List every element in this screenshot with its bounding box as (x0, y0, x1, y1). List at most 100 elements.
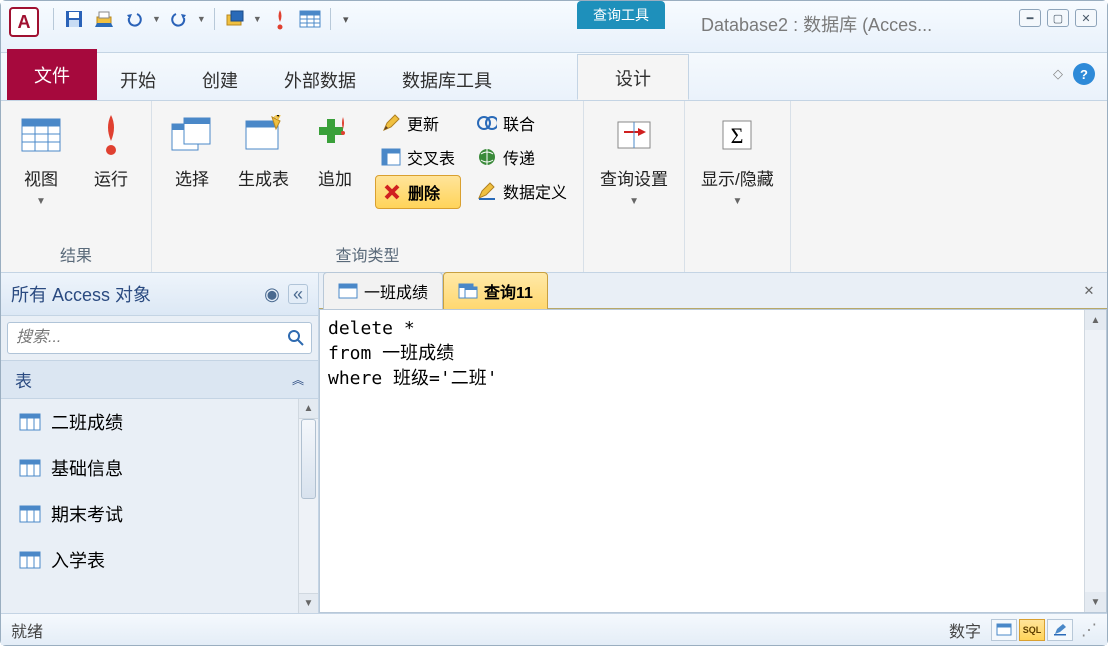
query-setup-button[interactable]: 查询设置 ▼ (594, 107, 674, 211)
separator (330, 8, 331, 30)
qat-item-icon[interactable] (223, 7, 247, 31)
status-text: 就绪 (11, 618, 43, 642)
select-query-button[interactable]: 选择 (162, 107, 222, 194)
scroll-up-icon[interactable]: ▲ (299, 399, 318, 419)
nav-item-label: 基础信息 (51, 455, 123, 481)
group-label-placeholder (594, 244, 674, 270)
nav-search-box (7, 322, 312, 354)
append-button[interactable]: 追加 (305, 107, 365, 194)
collapse-group-icon: ︽ (292, 371, 304, 388)
sql-editor: delete * from 一班成绩 where 班级='二班' ▲ ▼ (319, 309, 1107, 613)
undo-icon[interactable] (122, 7, 146, 31)
sql-scrollbar[interactable]: ▲ ▼ (1084, 310, 1106, 612)
view-button[interactable]: 视图 ▼ (11, 107, 71, 211)
show-hide-button[interactable]: Σ 显示/隐藏 ▼ (695, 107, 780, 211)
nav-pane-title: 所有 Access 对象 (11, 281, 151, 307)
crosstab-button[interactable]: 交叉表 (375, 141, 461, 173)
union-button[interactable]: 联合 (471, 107, 573, 139)
table-icon (19, 505, 41, 523)
sql-view-label: SQL (1023, 625, 1042, 635)
close-button[interactable]: ✕ (1075, 9, 1097, 27)
document-tab-label: 一班成绩 (364, 279, 428, 303)
view-switcher: SQL (991, 619, 1073, 641)
nav-item-label: 二班成绩 (51, 409, 123, 435)
contextual-tab-header: 查询工具 (577, 1, 665, 29)
scroll-down-icon[interactable]: ▼ (299, 593, 318, 613)
window-controls: ━ ▢ ✕ (1019, 9, 1097, 27)
update-button[interactable]: 更新 (375, 107, 461, 139)
select-label: 选择 (175, 165, 209, 190)
window-title: Database2 : 数据库 (Acces... (701, 11, 932, 37)
search-input[interactable] (8, 323, 281, 353)
scroll-up-icon[interactable]: ▲ (1085, 310, 1106, 330)
tab-home[interactable]: 开始 (97, 56, 179, 101)
quick-access-toolbar: ▼ ▼ ▼ ▾ (43, 1, 361, 37)
ribbon-group-query-setup: 查询设置 ▼ (584, 101, 685, 272)
search-icon[interactable] (281, 323, 311, 353)
dropdown-arrow-icon: ▼ (629, 196, 639, 207)
table-icon (19, 413, 41, 431)
sql-view-button[interactable]: SQL (1019, 619, 1045, 641)
crosstab-label: 交叉表 (407, 145, 455, 169)
redo-icon[interactable] (167, 7, 191, 31)
navigation-pane: 所有 Access 对象 ◉ « 表 ︽ 二班成绩 (1, 273, 319, 613)
run-icon[interactable] (268, 7, 292, 31)
query-setup-icon (610, 111, 658, 159)
run-label: 运行 (94, 165, 128, 190)
union-label: 联合 (503, 111, 535, 135)
nav-pane-header[interactable]: 所有 Access 对象 ◉ « (1, 273, 318, 316)
status-bar: 就绪 数字 SQL ⋰ (1, 613, 1107, 645)
run-button[interactable]: 运行 (81, 107, 141, 194)
datasheet-icon[interactable] (298, 7, 322, 31)
delete-button[interactable]: 删除 (375, 175, 461, 209)
passthrough-icon (477, 147, 497, 167)
ribbon-group-results: 视图 ▼ 运行 结果 (1, 101, 152, 272)
make-table-button[interactable]: 生成表 (232, 107, 295, 194)
tab-create[interactable]: 创建 (179, 56, 261, 101)
maximize-button[interactable]: ▢ (1047, 9, 1069, 27)
nav-item-table[interactable]: 入学表 (1, 537, 298, 583)
customize-qat-icon[interactable]: ▾ (339, 7, 353, 31)
nav-group-tables-label: 表 (15, 367, 32, 392)
datasheet-view-button[interactable] (991, 619, 1017, 641)
nav-item-table[interactable]: 二班成绩 (1, 399, 298, 445)
passthrough-label: 传递 (503, 145, 535, 169)
nav-scrollbar[interactable]: ▲ ▼ (298, 399, 318, 613)
tab-database-tools[interactable]: 数据库工具 (379, 56, 515, 101)
save-icon[interactable] (62, 7, 86, 31)
ribbon: 视图 ▼ 运行 结果 选择 (1, 101, 1107, 273)
delete-label: 删除 (408, 180, 440, 204)
design-view-button[interactable] (1047, 619, 1073, 641)
app-icon: A (9, 7, 39, 37)
dropdown-arrow-icon: ▼ (732, 196, 742, 207)
close-tab-icon[interactable]: ✕ (1079, 281, 1099, 301)
nav-collapse-icon[interactable]: « (288, 284, 308, 304)
status-numlock: 数字 (949, 618, 981, 642)
document-tab-active[interactable]: 查询11 (443, 272, 548, 309)
passthrough-button[interactable]: 传递 (471, 141, 573, 173)
tab-external-data[interactable]: 外部数据 (261, 56, 379, 101)
make-table-icon (240, 111, 288, 159)
query-icon (458, 283, 478, 299)
quick-print-icon[interactable] (92, 7, 116, 31)
sql-text[interactable]: delete * from 一班成绩 where 班级='二班' (320, 310, 1084, 612)
update-label: 更新 (407, 111, 439, 135)
minimize-ribbon-icon[interactable]: ◇ (1053, 66, 1063, 82)
nav-item-table[interactable]: 期末考试 (1, 491, 298, 537)
app-window: A ▼ ▼ ▼ (0, 0, 1108, 646)
ribbon-group-show-hide: Σ 显示/隐藏 ▼ (685, 101, 791, 272)
resize-grip-icon[interactable]: ⋰ (1081, 620, 1097, 640)
scroll-down-icon[interactable]: ▼ (1085, 592, 1106, 612)
nav-item-table[interactable]: 基础信息 (1, 445, 298, 491)
tab-file[interactable]: 文件 (7, 49, 97, 100)
nav-group-tables[interactable]: 表 ︽ (1, 360, 318, 399)
help-icon[interactable]: ? (1073, 63, 1095, 85)
data-definition-button[interactable]: 数据定义 (471, 175, 573, 207)
nav-filter-dropdown-icon[interactable]: ◉ (262, 284, 282, 304)
tab-design[interactable]: 设计 (577, 54, 689, 100)
scroll-thumb[interactable] (301, 419, 316, 499)
minimize-button[interactable]: ━ (1019, 9, 1041, 27)
document-tab[interactable]: 一班成绩 (323, 272, 443, 309)
table-icon (338, 283, 358, 299)
totals-icon: Σ (713, 111, 761, 159)
